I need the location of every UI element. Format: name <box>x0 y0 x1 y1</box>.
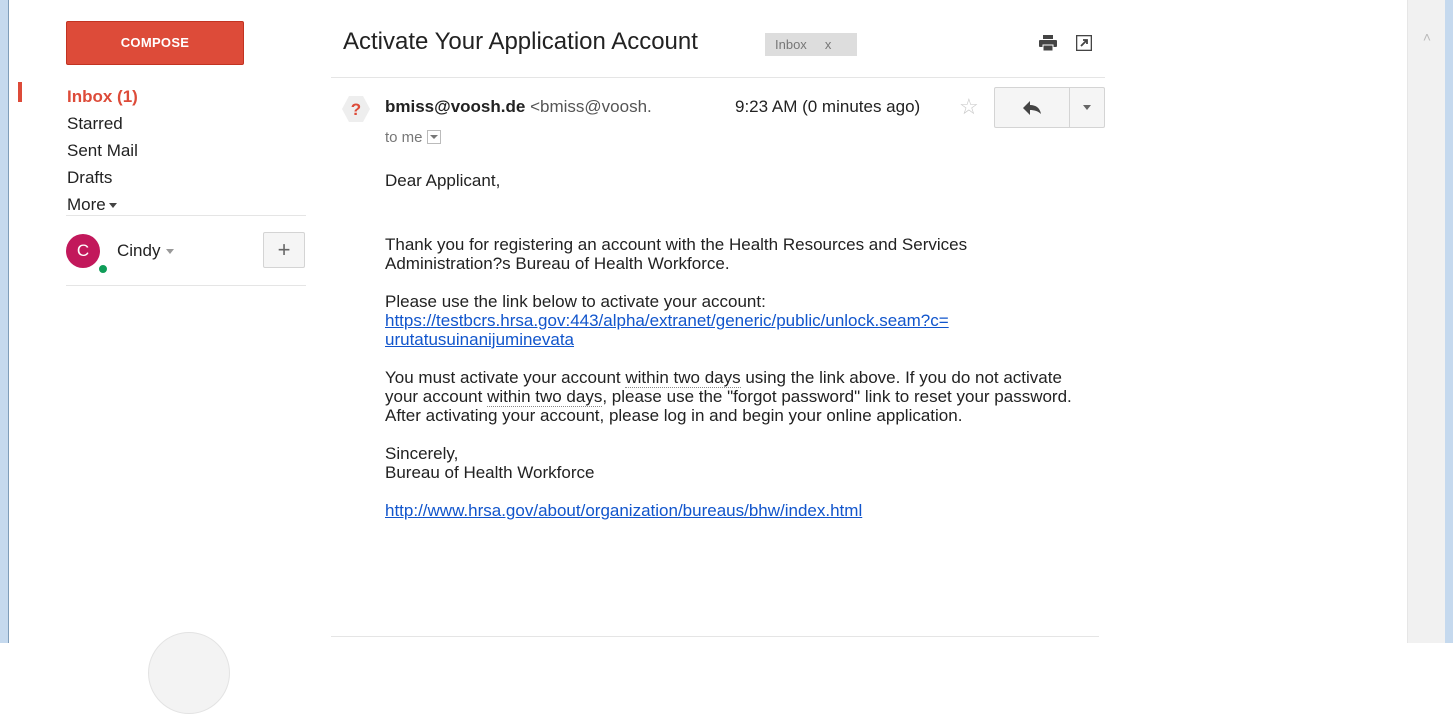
chevron-down-icon <box>108 203 117 209</box>
reply-button[interactable] <box>994 87 1070 128</box>
label-chip-text: Inbox <box>775 37 807 52</box>
avatar[interactable]: C <box>66 234 100 268</box>
show-details-icon[interactable] <box>426 130 441 145</box>
message-body: Dear Applicant, Thank you for registerin… <box>385 171 1085 520</box>
deadline-text-a: You must activate your account <box>385 368 626 387</box>
reply-icon <box>1023 101 1041 115</box>
email-subject: Activate Your Application Account <box>343 28 698 55</box>
hangouts-divider <box>66 285 306 286</box>
closing: Sincerely, Bureau of Health Workforce <box>385 444 1085 482</box>
chevron-down-icon <box>1083 105 1091 110</box>
closing-text: Sincerely, <box>385 444 459 463</box>
signature: Bureau of Health Workforce <box>385 463 595 482</box>
paragraph-registration: Thank you for registering an account wit… <box>385 235 968 273</box>
sidebar-item-drafts[interactable]: Drafts <box>67 164 138 191</box>
caret-down-icon <box>166 249 175 255</box>
sender-line[interactable]: bmiss@voosh.de <bmiss@voosh. <box>385 97 652 117</box>
sidebar-nav: Inbox (1) Starred Sent Mail Drafts More <box>67 83 138 218</box>
vertical-scrollbar[interactable]: ˄ <box>1407 0 1446 643</box>
paragraph-activation: Please use the link below to activate yo… <box>385 292 1085 349</box>
window-left-border-line <box>8 0 9 643</box>
active-nav-indicator <box>18 82 22 102</box>
scroll-up-icon[interactable]: ˄ <box>1420 30 1434 44</box>
message-time: 9:23 AM (0 minutes ago) <box>735 97 921 116</box>
sidebar-item-more-label: More <box>67 195 106 214</box>
inbox-label-chip[interactable]: Inbox x <box>765 33 857 56</box>
print-icon[interactable] <box>1039 35 1057 51</box>
recipient-line: to me <box>385 129 441 146</box>
activation-link-line1: https://testbcrs.hrsa.gov:443/alpha/extr… <box>385 311 949 330</box>
sender-avatar: ? <box>342 96 370 122</box>
deadline-highlight-1[interactable]: within two days <box>625 368 741 388</box>
more-actions-button[interactable] <box>1069 87 1105 128</box>
online-status-icon <box>97 263 109 275</box>
sidebar-item-more[interactable]: More <box>67 191 138 218</box>
sidebar-divider <box>66 215 306 216</box>
remove-label-icon[interactable]: x <box>825 37 832 52</box>
activation-link[interactable]: https://testbcrs.hrsa.gov:443/alpha/extr… <box>385 311 949 349</box>
deadline-highlight-2[interactable]: within two days <box>487 387 603 407</box>
hangouts-user-name: Cindy <box>117 241 161 260</box>
sender-email: <bmiss@voosh. <box>530 97 652 116</box>
footer-link[interactable]: http://www.hrsa.gov/about/organization/b… <box>385 501 862 520</box>
sidebar-item-sent-mail[interactable]: Sent Mail <box>67 137 138 164</box>
sidebar-item-starred[interactable]: Starred <box>67 110 138 137</box>
message-bottom-divider <box>331 636 1099 637</box>
hangouts-user[interactable]: Cindy <box>117 241 175 261</box>
activation-link-line2: urutatusuinanijuminevata <box>385 330 575 349</box>
sidebar-item-inbox[interactable]: Inbox (1) <box>67 83 138 110</box>
compose-button[interactable]: COMPOSE <box>66 21 244 65</box>
header-divider <box>331 77 1105 78</box>
greeting: Dear Applicant, <box>385 171 501 190</box>
new-hangout-button[interactable]: + <box>263 232 305 268</box>
window-left-border <box>0 0 8 643</box>
star-icon[interactable]: ☆ <box>959 94 979 120</box>
recipient-text: to me <box>385 129 423 146</box>
paragraph-deadline: You must activate your account within tw… <box>385 368 1085 425</box>
sidebar-footer-circle <box>148 632 230 714</box>
new-window-icon[interactable] <box>1076 35 1092 51</box>
sender-avatar-glyph: ? <box>351 100 361 119</box>
window-right-border <box>1445 0 1453 643</box>
activation-intro: Please use the link below to activate yo… <box>385 292 766 311</box>
sender-name[interactable]: bmiss@voosh.de <box>385 97 525 116</box>
